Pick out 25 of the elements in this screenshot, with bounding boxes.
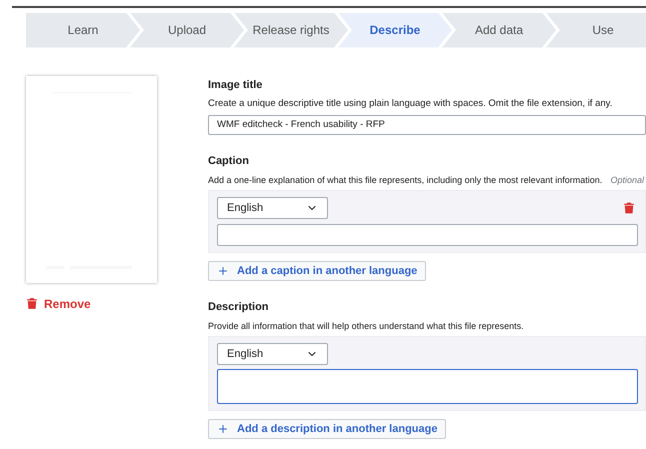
help-text: Create a unique descriptive title using plain language with spaces. Omit the file extension, if any. bbox=[208, 97, 614, 111]
trash-icon[interactable] bbox=[623, 201, 635, 216]
optional-label: Optional bbox=[610, 174, 644, 187]
language-dropdown[interactable]: English bbox=[217, 197, 328, 220]
step-tab[interactable]: Add data bbox=[442, 12, 556, 48]
step-tab[interactable]: Learn bbox=[26, 12, 140, 48]
field-heading: Description bbox=[208, 300, 270, 316]
title-field[interactable]: WMF editcheck - French usability - RFP bbox=[208, 114, 646, 135]
trash-icon[interactable] bbox=[26, 297, 38, 310]
step-tab[interactable]: Upload bbox=[130, 12, 244, 48]
step-tab[interactable]: Release rights bbox=[234, 12, 348, 48]
help-text: Add a one-line explanation of what this file represents, including only the most relevant information. bbox=[208, 174, 602, 187]
add-language-button[interactable]: Add a description in another language bbox=[208, 419, 446, 440]
description-field[interactable] bbox=[217, 369, 638, 404]
step-tab[interactable]: Use bbox=[546, 12, 646, 48]
caption-field[interactable] bbox=[217, 224, 638, 246]
plus-icon bbox=[217, 265, 229, 278]
field-heading: Image title bbox=[208, 78, 264, 92]
field-heading: Caption bbox=[208, 154, 250, 170]
add-language-button[interactable]: Add a caption in another language bbox=[208, 261, 426, 282]
remove-button[interactable]: Remove bbox=[26, 294, 91, 312]
help-text: Provide all information that will help others understand what this file represents. bbox=[208, 320, 524, 333]
language-dropdown[interactable]: English bbox=[217, 343, 328, 366]
step-tab[interactable]: Describe bbox=[338, 12, 452, 48]
plus-icon bbox=[217, 423, 229, 436]
